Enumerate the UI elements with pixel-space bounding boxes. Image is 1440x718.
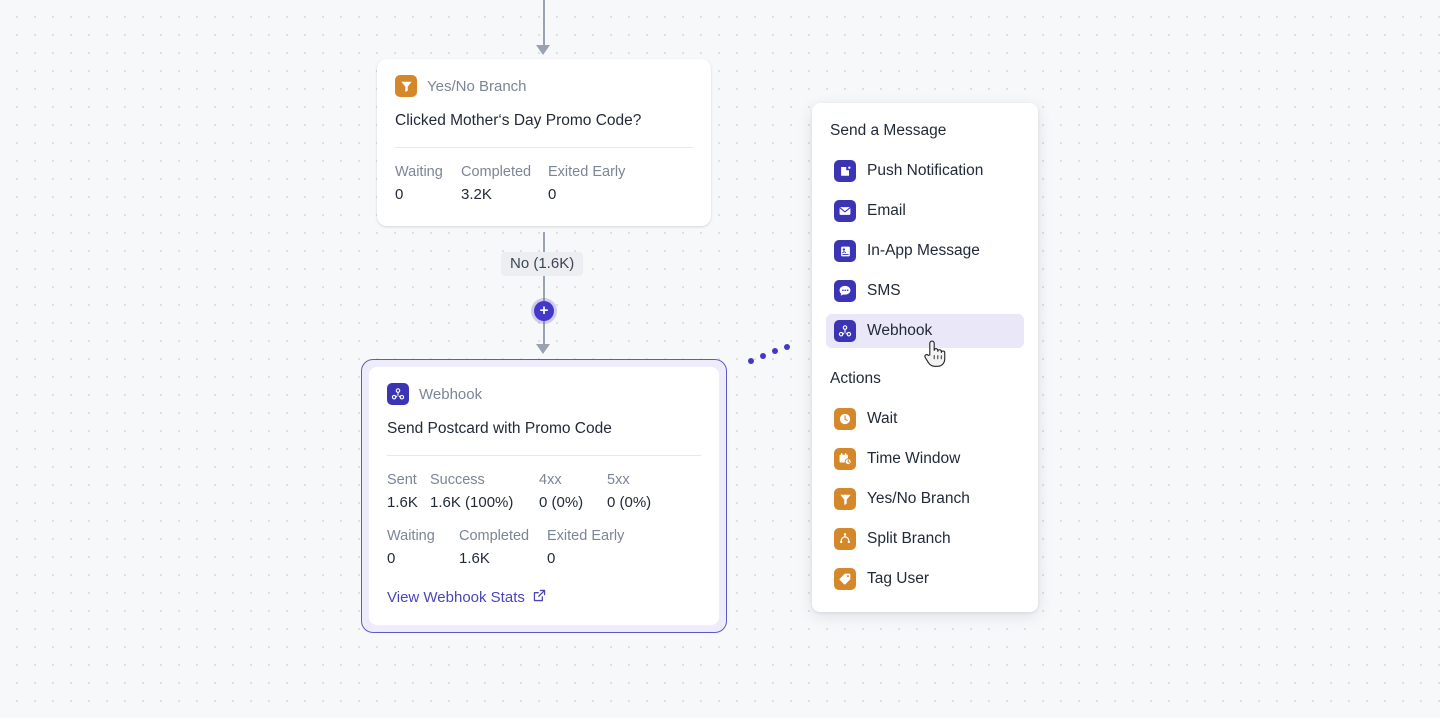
menu-item-tag-user[interactable]: Tag User xyxy=(826,562,1024,596)
menu-item-wait[interactable]: Wait xyxy=(826,402,1024,436)
add-step-button[interactable]: + xyxy=(534,301,554,321)
stat-label: Exited Early xyxy=(547,528,625,544)
connector-arrow-webhook xyxy=(536,344,550,354)
stat-value: 1.6K xyxy=(387,494,418,511)
webhook-node-selected-wrapper[interactable]: Webhook Send Postcard with Promo Code Se… xyxy=(361,359,727,633)
connector-line-no-branch xyxy=(543,232,545,344)
webhook-delivery-stats-row: Sent 1.6K Success 1.6K (100%) 4xx 0 (0%)… xyxy=(387,470,701,516)
menu-section-title-actions: Actions xyxy=(830,370,881,387)
stat-value: 0 xyxy=(548,186,557,203)
stat-value: 0 xyxy=(387,550,396,567)
tag-icon xyxy=(834,568,856,590)
envelope-icon xyxy=(834,200,856,222)
menu-item-label: Split Branch xyxy=(867,530,951,547)
menu-item-email[interactable]: Email xyxy=(826,194,1024,228)
menu-item-yes-no-branch[interactable]: Yes/No Branch xyxy=(826,482,1024,516)
webhook-icon xyxy=(387,383,409,405)
branch-stats-row: Waiting 0 Completed 3.2K Exited Early 0 xyxy=(395,162,693,208)
stat-value: 0 xyxy=(547,550,556,567)
connector-dot xyxy=(772,348,778,354)
webhook-node-title: Send Postcard with Promo Code xyxy=(387,420,612,437)
add-step-menu[interactable]: Send a Message Push Notification Email I… xyxy=(812,103,1038,612)
menu-item-label: Wait xyxy=(867,410,898,427)
menu-item-time-window[interactable]: Time Window xyxy=(826,442,1024,476)
connector-line-incoming xyxy=(543,0,545,45)
stat-value: 0 xyxy=(395,186,404,203)
menu-section-title-send-a-message: Send a Message xyxy=(830,122,947,139)
menu-item-label: Tag User xyxy=(867,570,930,587)
view-webhook-stats-label: View Webhook Stats xyxy=(387,589,525,606)
stat-label: Sent xyxy=(387,472,417,488)
view-webhook-stats-link[interactable]: View Webhook Stats xyxy=(387,588,547,607)
menu-item-label: Yes/No Branch xyxy=(867,490,970,507)
branch-connector-label: No (1.6K) xyxy=(501,252,584,276)
stat-label: Success xyxy=(430,472,485,488)
stat-value: 1.6K xyxy=(459,550,490,567)
webhook-card-divider xyxy=(387,455,701,456)
push-notification-icon xyxy=(834,160,856,182)
journey-canvas[interactable]: Yes/No Branch Clicked Mother‘s Day Promo… xyxy=(0,0,1440,718)
branch-node-title: Clicked Mother‘s Day Promo Code? xyxy=(395,112,642,129)
stat-label: Waiting xyxy=(395,164,443,180)
menu-item-label: Email xyxy=(867,202,906,219)
webhook-icon xyxy=(834,320,856,342)
stat-5xx: 5xx 0 (0%) xyxy=(607,470,651,516)
stat-waiting: Waiting 0 xyxy=(387,526,459,572)
stat-sent: Sent 1.6K xyxy=(387,470,430,516)
stat-label: Completed xyxy=(459,528,530,544)
external-link-icon xyxy=(532,588,547,607)
stat-label: 5xx xyxy=(607,472,630,488)
stat-label: Completed xyxy=(461,164,532,180)
stat-exited-early: Exited Early 0 xyxy=(548,162,625,208)
clock-icon xyxy=(834,408,856,430)
stat-success: Success 1.6K (100%) xyxy=(430,470,539,516)
webhook-node-type-label: Webhook xyxy=(419,385,483,403)
menu-item-webhook[interactable]: Webhook xyxy=(826,314,1024,348)
menu-item-label: In-App Message xyxy=(867,242,980,259)
stat-label: 4xx xyxy=(539,472,562,488)
webhook-node-card[interactable]: Webhook Send Postcard with Promo Code Se… xyxy=(369,367,719,625)
chat-bubble-icon xyxy=(834,280,856,302)
stat-label: Waiting xyxy=(387,528,435,544)
branch-card-divider xyxy=(395,147,693,148)
stat-value: 3.2K xyxy=(461,186,492,203)
add-step-button-label: + xyxy=(539,301,549,319)
menu-item-label: Webhook xyxy=(867,322,933,339)
connector-dot xyxy=(784,344,790,350)
funnel-icon xyxy=(395,75,417,97)
split-branch-icon xyxy=(834,528,856,550)
menu-item-label: Time Window xyxy=(867,450,961,467)
stat-label: Exited Early xyxy=(548,164,626,180)
menu-item-push-notification[interactable]: Push Notification xyxy=(826,154,1024,188)
menu-item-label: SMS xyxy=(867,282,901,299)
stat-4xx: 4xx 0 (0%) xyxy=(539,470,607,516)
webhook-node-header: Webhook xyxy=(387,383,701,405)
stat-value: 1.6K (100%) xyxy=(430,494,514,511)
connector-arrow-incoming xyxy=(536,45,550,55)
connector-dot xyxy=(760,353,766,359)
branch-node-header: Yes/No Branch xyxy=(395,75,693,97)
branch-node-card[interactable]: Yes/No Branch Clicked Mother‘s Day Promo… xyxy=(377,59,711,226)
branch-node-type-label: Yes/No Branch xyxy=(427,77,527,95)
webhook-flow-stats-row: Waiting 0 Completed 1.6K Exited Early 0 xyxy=(387,526,701,572)
stat-waiting: Waiting 0 xyxy=(395,162,461,208)
dotted-connector xyxy=(748,344,790,364)
connector-dot xyxy=(748,358,754,364)
menu-item-sms[interactable]: SMS xyxy=(826,274,1024,308)
funnel-icon xyxy=(834,488,856,510)
stat-value: 0 (0%) xyxy=(607,494,652,511)
menu-item-in-app-message[interactable]: In-App Message xyxy=(826,234,1024,268)
stat-value: 0 (0%) xyxy=(539,494,584,511)
in-app-message-icon xyxy=(834,240,856,262)
stat-completed: Completed 1.6K xyxy=(459,526,547,572)
menu-item-label: Push Notification xyxy=(867,162,984,179)
menu-item-split-branch[interactable]: Split Branch xyxy=(826,522,1024,556)
calendar-clock-icon xyxy=(834,448,856,470)
stat-completed: Completed 3.2K xyxy=(461,162,548,208)
stat-exited-early: Exited Early 0 xyxy=(547,526,624,572)
